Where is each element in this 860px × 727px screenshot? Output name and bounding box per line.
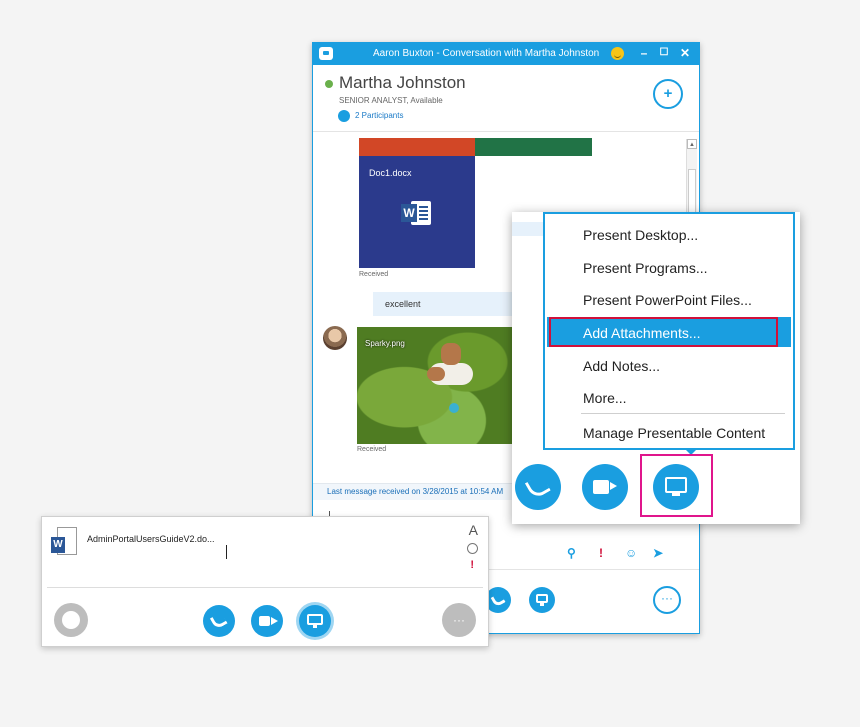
received-label: Received (359, 271, 389, 278)
word-doc-icon: W (401, 198, 433, 228)
more-options-button[interactable]: ··· (442, 603, 476, 637)
header-divider (313, 131, 699, 132)
present-button[interactable] (529, 587, 555, 613)
doc-file-name: Doc1.docx (369, 168, 412, 178)
menu-separator (581, 413, 785, 414)
menu-item-present-desktop[interactable]: Present Desktop... (547, 219, 791, 249)
present-button-highlight (640, 454, 713, 517)
menu-item-add-notes[interactable]: Add Notes... (547, 350, 791, 380)
emoticon-picker-icon[interactable]: ☺ (625, 547, 637, 559)
menu-item-manage-content[interactable]: Manage Presentable Content (547, 417, 791, 447)
menu-item-present-programs[interactable]: Present Programs... (547, 252, 791, 282)
emoticon-icon[interactable] (611, 47, 624, 60)
minimize-button[interactable]: – (637, 46, 651, 60)
message-text: excellent (385, 299, 421, 309)
contact-title-status: SENIOR ANALYST, Available (339, 96, 443, 105)
chat-app-icon (319, 47, 333, 60)
image-file-name: Sparky.png (365, 339, 405, 348)
close-button[interactable]: ✕ (678, 46, 692, 60)
last-message-text: Last message received on 3/28/2015 at 10… (327, 487, 504, 496)
scroll-up-arrow-icon[interactable]: ▲ (687, 139, 697, 149)
im-icon (62, 611, 80, 629)
participants-icon (338, 110, 350, 122)
important-icon[interactable]: ! (470, 559, 474, 571)
present-menu-popup: Present Desktop... Present Programs... P… (512, 212, 800, 524)
video-icon (593, 479, 617, 495)
present-icon (535, 594, 549, 606)
video-button[interactable] (251, 605, 283, 637)
emoticon-icon[interactable] (467, 543, 478, 554)
menu-item-more[interactable]: More... (547, 382, 791, 412)
contact-name[interactable]: Martha Johnston (339, 73, 466, 93)
video-icon (258, 615, 278, 627)
window-title: Aaron Buxton - Conversation with Martha … (373, 48, 600, 59)
more-options-button[interactable]: ··· (653, 586, 681, 614)
phone-icon (490, 592, 506, 608)
send-icon[interactable]: ➤ (653, 547, 663, 559)
menu-item-add-attachments[interactable]: Add Attachments... (547, 317, 791, 347)
present-icon (307, 613, 323, 628)
add-participant-button[interactable]: + (653, 79, 683, 109)
image-attachment[interactable]: Sparky.png (357, 327, 515, 444)
important-icon[interactable]: ! (599, 547, 603, 559)
menu-item-present-powerpoint[interactable]: Present PowerPoint Files... (547, 284, 791, 314)
card-divider (47, 587, 483, 588)
dog-photo (421, 341, 481, 401)
avatar[interactable] (323, 326, 347, 350)
maximize-button[interactable]: ☐ (657, 46, 671, 60)
call-button[interactable] (515, 464, 561, 510)
call-button[interactable] (203, 605, 235, 637)
doc-preview-strip-green (475, 138, 592, 156)
phone-icon (524, 473, 552, 501)
doc-preview-strip-orange (359, 138, 475, 156)
im-button[interactable] (54, 603, 88, 637)
received-label: Received (357, 446, 387, 453)
contact-header: Martha Johnston SENIOR ANALYST, Availabl… (313, 65, 699, 131)
presence-available-icon (325, 80, 333, 88)
compose-card: W AdminPortalUsersGuideV2.do... A ! ··· (41, 516, 489, 647)
text-cursor (226, 545, 227, 559)
doc-attachment-card[interactable]: Doc1.docx W (359, 156, 475, 268)
present-button[interactable] (299, 605, 331, 637)
video-button[interactable] (582, 464, 628, 510)
paperclip-icon[interactable]: ⚲ (567, 547, 576, 559)
present-menu: Present Desktop... Present Programs... P… (543, 212, 795, 450)
background-strip (512, 222, 544, 236)
word-doc-icon[interactable]: W (51, 527, 79, 557)
ball (449, 403, 459, 413)
phone-icon (209, 611, 229, 631)
title-bar[interactable]: Aaron Buxton - Conversation with Martha … (313, 43, 699, 65)
participants-link[interactable]: 2 Participants (355, 111, 403, 120)
font-icon[interactable]: A (469, 522, 478, 538)
attachment-name[interactable]: AdminPortalUsersGuideV2.do... (87, 534, 215, 544)
